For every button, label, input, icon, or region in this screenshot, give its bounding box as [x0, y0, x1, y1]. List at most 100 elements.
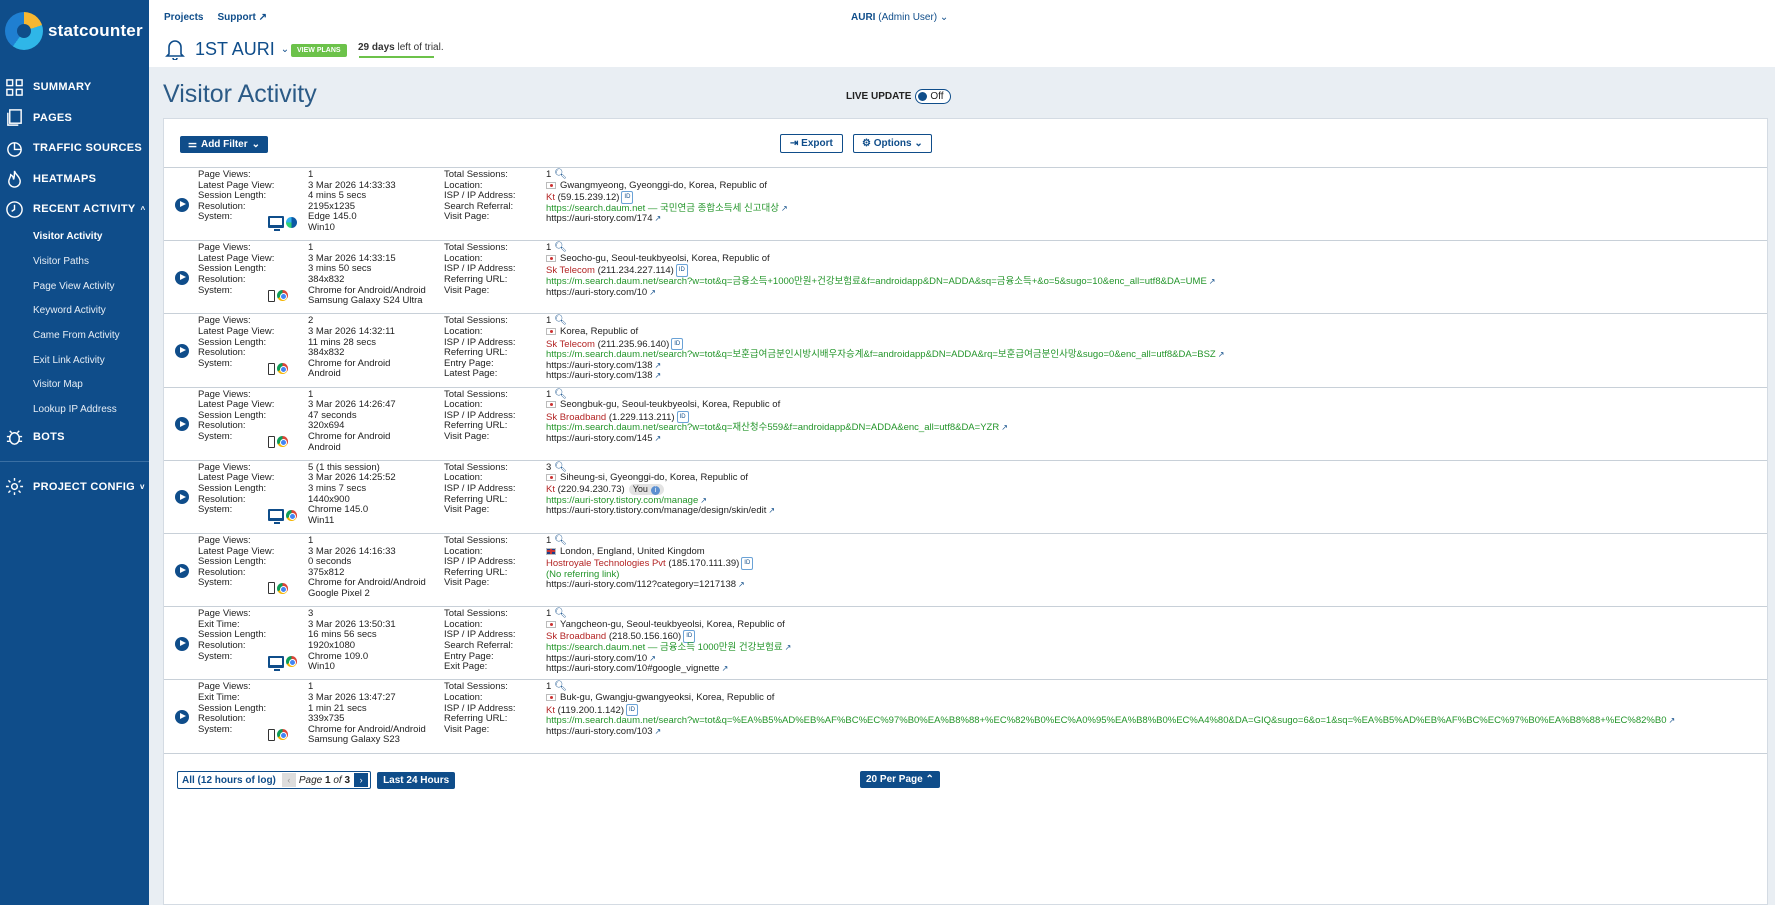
visit-page-link[interactable]: https://auri-story.com/174: [546, 213, 652, 225]
play-session-icon[interactable]: [175, 270, 189, 285]
play-session-icon[interactable]: [175, 343, 189, 358]
per-page-button[interactable]: 20 Per Page ⌃: [860, 771, 940, 788]
isp-link[interactable]: Sk Broadband: [546, 412, 606, 423]
sidebar-subitem-visitor-map[interactable]: Visitor Map: [0, 373, 149, 398]
project-selector[interactable]: 1ST AURI ⌄: [165, 38, 289, 61]
external-link-icon[interactable]: ↗: [781, 204, 788, 213]
isp-link[interactable]: Sk Broadband: [546, 631, 606, 642]
sidebar-item-bots[interactable]: BOTS: [0, 422, 149, 453]
chrome-browser-icon: [277, 290, 288, 302]
play-session-icon[interactable]: [175, 417, 189, 432]
ip-id-icon[interactable]: ID: [741, 557, 754, 570]
external-link-icon[interactable]: ↗: [722, 664, 729, 673]
external-link-icon[interactable]: ↗: [738, 580, 745, 589]
options-button[interactable]: ⚙ Options ⌄: [853, 134, 932, 153]
page-number[interactable]: 1: [325, 775, 331, 786]
field-label: System:: [198, 211, 233, 223]
isp-link[interactable]: Sk Telecom: [546, 265, 595, 276]
sidebar-item-summary[interactable]: SUMMARY: [0, 72, 149, 103]
external-link-icon[interactable]: ↗: [1001, 423, 1008, 432]
isp-link[interactable]: Hostroyale Technologies Pvt: [546, 558, 666, 569]
chevron-down-icon: ⌄: [939, 12, 949, 23]
options-label: Options: [873, 138, 912, 149]
search-icon[interactable]: 🔍︎: [554, 608, 567, 619]
projects-link[interactable]: Projects: [164, 12, 203, 23]
external-link-icon[interactable]: ↗: [649, 288, 656, 297]
referral-link[interactable]: https://m.search.daum.net/search?w=tot&q…: [546, 349, 1216, 360]
export-button[interactable]: ⇥ Export: [780, 134, 843, 153]
external-link-icon[interactable]: ↗: [649, 654, 656, 663]
view-plans-button[interactable]: VIEW PLANS: [291, 44, 347, 57]
project-name[interactable]: 1ST AURI: [195, 39, 275, 60]
pages-icon: [5, 108, 24, 127]
sidebar-subitem-visitor-paths[interactable]: Visitor Paths: [0, 249, 149, 274]
external-link-icon[interactable]: ↗: [654, 727, 661, 736]
sidebar-subitem-lookup-ip[interactable]: Lookup IP Address: [0, 397, 149, 422]
visit-page-link[interactable]: https://auri-story.com/10#google_vignett…: [546, 663, 720, 674]
play-session-icon[interactable]: [175, 709, 189, 724]
visit-page-link[interactable]: https://auri-story.com/112?category=1217…: [546, 579, 736, 591]
external-link-icon[interactable]: ↗: [785, 643, 792, 652]
isp-link[interactable]: Kt: [546, 484, 555, 495]
external-link-icon[interactable]: ↗: [654, 214, 661, 223]
visit-page-link[interactable]: https://auri-story.tistory.com/manage/de…: [546, 505, 766, 516]
live-update-toggle[interactable]: Off: [915, 89, 951, 104]
last-24-hours-button[interactable]: Last 24 Hours: [377, 771, 456, 789]
sidebar-item-traffic-sources[interactable]: TRAFFIC SOURCES: [0, 133, 149, 164]
external-link-icon[interactable]: ↗: [700, 496, 707, 505]
isp-link[interactable]: Sk Telecom: [546, 338, 595, 350]
sidebar-subitem-visitor-activity[interactable]: Visitor Activity: [0, 225, 149, 250]
visit-page-link[interactable]: https://auri-story.com/103: [546, 726, 652, 737]
external-link-icon[interactable]: ↗: [1669, 716, 1676, 725]
sidebar-item-pages[interactable]: PAGES: [0, 103, 149, 134]
external-link-icon[interactable]: ↗: [654, 361, 661, 370]
external-link-icon[interactable]: ↗: [654, 371, 661, 380]
next-page-button[interactable]: ›: [354, 773, 369, 787]
play-session-icon[interactable]: [175, 490, 189, 505]
search-icon[interactable]: 🔍︎: [554, 389, 567, 400]
sidebar-subitem-exit-link-activity[interactable]: Exit Link Activity: [0, 348, 149, 373]
play-session-icon[interactable]: [175, 563, 189, 578]
external-link-icon[interactable]: ↗: [654, 434, 661, 443]
play-session-icon[interactable]: [175, 197, 189, 212]
sidebar-subitem-keyword-activity[interactable]: Keyword Activity: [0, 299, 149, 324]
isp-link[interactable]: Kt: [546, 192, 555, 203]
visit-page-link[interactable]: https://auri-story.com/145: [546, 433, 652, 444]
referral-link[interactable]: https://m.search.daum.net/search?w=tot&q…: [546, 715, 1667, 726]
referral-link[interactable]: https://auri-story.tistory.com/manage: [546, 495, 698, 506]
sidebar-subitem-came-from-activity[interactable]: Came From Activity: [0, 323, 149, 348]
referral-link[interactable]: https://m.search.daum.net/search?w=tot&q…: [546, 276, 1207, 287]
visit-page-link[interactable]: https://auri-story.com/10: [546, 287, 647, 298]
sidebar-subitem-page-view-activity[interactable]: Page View Activity: [0, 274, 149, 299]
referral-link[interactable]: https://search.daum.net — 국민연금 종합소득세 신고대…: [546, 203, 779, 214]
external-link-icon[interactable]: ↗: [1209, 277, 1216, 286]
support-link[interactable]: Support ↗: [217, 12, 267, 23]
bell-icon[interactable]: [165, 38, 185, 61]
country-flag-icon: [546, 620, 556, 628]
all-log-link[interactable]: All (12 hours of log): [182, 775, 276, 786]
isp-link[interactable]: Kt: [546, 704, 555, 716]
external-link-icon[interactable]: ↗: [1218, 350, 1225, 359]
search-icon[interactable]: 🔍︎: [554, 169, 567, 180]
referral-link[interactable]: https://m.search.daum.net/search?w=tot&q…: [546, 422, 999, 434]
external-link-icon[interactable]: ↗: [768, 506, 775, 515]
search-icon[interactable]: 🔍︎: [554, 315, 567, 327]
field-value: 3 mins 7 secs: [308, 482, 367, 494]
referral-link[interactable]: https://search.daum.net — 금융소득 1000만원 건강…: [546, 642, 783, 653]
entry-page-link[interactable]: https://auri-story.com/10: [546, 653, 647, 664]
sidebar-item-recent-activity[interactable]: RECENT ACTIVITY ^: [0, 194, 149, 225]
visit-page-link[interactable]: https://auri-story.com/138: [546, 370, 652, 382]
search-icon[interactable]: 🔍︎: [554, 681, 567, 693]
chevron-down-icon[interactable]: ⌄: [281, 44, 289, 55]
entry-page-link[interactable]: https://auri-story.com/138: [546, 360, 652, 371]
search-icon[interactable]: 🔍︎: [554, 535, 567, 546]
user-menu[interactable]: AURI (Admin User) ⌄: [851, 12, 948, 23]
add-filter-button[interactable]: ⚌ Add Filter ⌄: [180, 136, 269, 153]
sidebar-item-project-config[interactable]: PROJECT CONFIG v: [0, 472, 149, 503]
field-label: Visit Page:: [444, 211, 490, 223]
play-session-icon[interactable]: [175, 636, 189, 651]
sidebar-item-heatmaps[interactable]: HEATMAPS: [0, 164, 149, 195]
search-icon[interactable]: 🔍︎: [554, 462, 567, 473]
logo[interactable]: statcounter: [5, 12, 143, 50]
search-icon[interactable]: 🔍︎: [554, 242, 567, 253]
